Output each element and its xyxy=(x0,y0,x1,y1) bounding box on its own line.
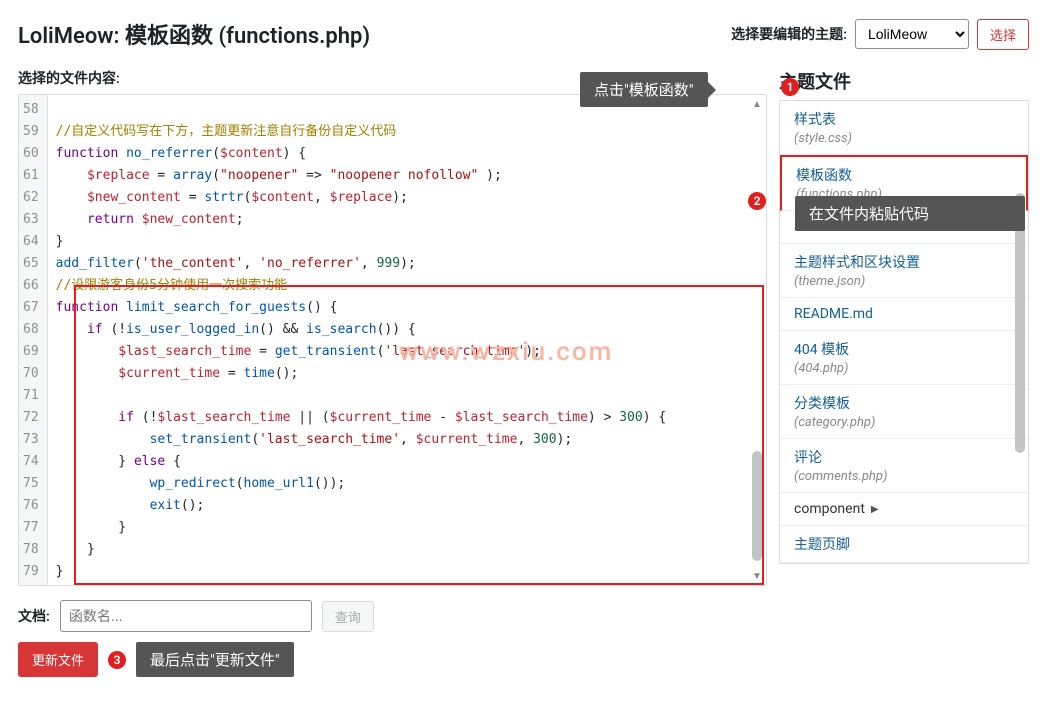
scroll-up-icon[interactable]: ▲ xyxy=(750,97,764,111)
theme-select-label: 选择要编辑的主题: xyxy=(731,24,847,44)
file-label: 主题页脚 xyxy=(794,534,1014,554)
theme-file-item[interactable]: README.md xyxy=(780,298,1028,331)
code-editor[interactable]: www.wzxiu.com 58596061626364656667686970… xyxy=(18,94,767,586)
file-sub-label: (theme.json) xyxy=(794,274,1014,289)
header-row: LoliMeow: 模板函数 (functions.php) 选择要编辑的主题:… xyxy=(18,18,1029,50)
select-theme-button[interactable]: 选择 xyxy=(977,19,1029,50)
file-sub-label: (style.css) xyxy=(794,131,1014,146)
sidebar-scrollbar-thumb[interactable] xyxy=(1015,193,1025,453)
chevron-right-icon: ▶ xyxy=(871,504,879,515)
function-name-input[interactable] xyxy=(60,600,312,632)
theme-file-item[interactable]: 评论 (comments.php) xyxy=(780,439,1028,493)
scroll-down-icon[interactable]: ▼ xyxy=(750,569,764,583)
file-sub-label: (404.php) xyxy=(794,361,1014,376)
tooltip-step-3: 最后点击"更新文件" xyxy=(136,642,294,677)
tooltip-step-1: 点击"模板函数" xyxy=(580,72,708,107)
tooltip-step-2: 在文件内粘贴代码 xyxy=(795,196,1025,231)
step-badge-2: 2 xyxy=(748,192,766,210)
doc-lookup-row: 文档: 查询 xyxy=(18,600,1029,632)
sidebar-title: 主题文件 xyxy=(779,68,1029,94)
theme-dropdown[interactable]: LoliMeow xyxy=(855,19,969,49)
page-title: LoliMeow: 模板函数 (functions.php) xyxy=(18,18,370,50)
theme-file-item[interactable]: 404 模板 (404.php) xyxy=(780,331,1028,385)
file-label: 评论 xyxy=(794,447,1014,467)
theme-file-item[interactable]: 分类模板 (category.php) xyxy=(780,385,1028,439)
file-label: 主题样式和区块设置 xyxy=(794,252,1014,272)
theme-file-item[interactable]: 主题页脚 xyxy=(780,526,1028,563)
theme-file-item[interactable]: 主题样式和区块设置 (theme.json) xyxy=(780,244,1028,298)
file-sub-label: (comments.php) xyxy=(794,469,1014,484)
file-sub-label: (category.php) xyxy=(794,415,1014,430)
file-label: 样式表 xyxy=(794,109,1014,129)
step-badge-3: 3 xyxy=(108,651,126,669)
line-gutter: 5859606162636465666768697071727374757677… xyxy=(19,95,48,585)
theme-selector: 选择要编辑的主题: LoliMeow 选择 xyxy=(731,19,1029,50)
file-label: 404 模板 xyxy=(794,339,1014,359)
theme-file-item[interactable]: component ▶ xyxy=(780,493,1028,526)
file-label: README.md xyxy=(794,306,1014,322)
file-label: 模板函数 xyxy=(796,165,1012,185)
update-file-button[interactable]: 更新文件 xyxy=(18,642,98,677)
theme-file-item[interactable]: 样式表 (style.css) xyxy=(780,101,1028,155)
file-label: component xyxy=(794,501,865,517)
file-label: 分类模板 xyxy=(794,393,1014,413)
editor-scrollbar[interactable]: ▲ ▼ xyxy=(750,97,764,583)
step-badge-1: 1 xyxy=(781,78,799,96)
lookup-button[interactable]: 查询 xyxy=(322,601,374,632)
code-lines[interactable]: //自定义代码写在下方，主题更新注意自行备份自定义代码function no_r… xyxy=(48,95,766,585)
doc-label: 文档: xyxy=(18,606,50,626)
file-tree: 样式表(style.css)模板函数(functions.php)assets▶… xyxy=(779,100,1029,564)
